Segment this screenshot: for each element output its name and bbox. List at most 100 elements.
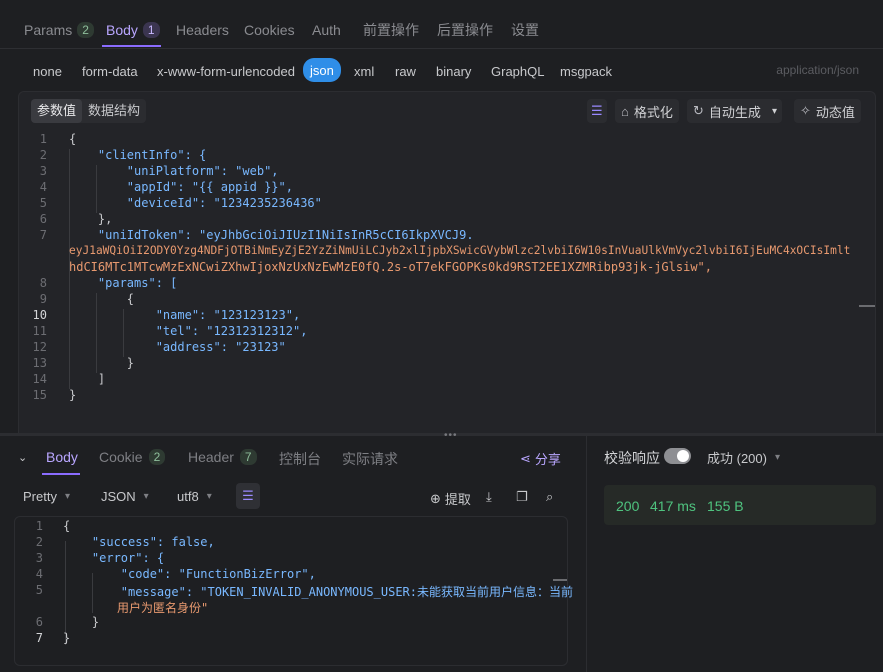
magic-wand-icon: ✧ [800, 103, 811, 118]
response-status-value: 成功 (200) [707, 451, 767, 466]
code-line[interactable]: "name": "123123123", [69, 308, 301, 322]
line-number: 7 [39, 228, 47, 242]
collapse-response-icon[interactable]: ⌄ [18, 451, 27, 464]
tab-body-label: Body [106, 22, 138, 38]
code-line[interactable]: "appId": "{{ appid }}", [69, 180, 293, 194]
tab-auth[interactable]: Auth [312, 19, 341, 41]
active-tab-indicator [102, 45, 161, 47]
dynamic-value-button[interactable]: ✧ 动态值 [794, 99, 861, 123]
chevron-down-icon: ▾ [772, 105, 778, 117]
extract-label: 提取 [444, 492, 471, 507]
body-type-raw[interactable]: raw [395, 61, 416, 81]
share-icon: ⋖ [520, 450, 531, 466]
tab-post-operations[interactable]: 后置操作 [437, 19, 493, 41]
body-type-xml[interactable]: xml [354, 61, 374, 81]
editor-scrollbar[interactable] [859, 305, 875, 307]
response-scrollbar[interactable] [553, 579, 567, 581]
body-type-form-data[interactable]: form-data [82, 61, 138, 81]
resp-tab-cookie[interactable]: Cookie 2 [99, 449, 166, 465]
tab-headers[interactable]: Headers [176, 19, 229, 41]
resp-tab-body[interactable]: Body [46, 449, 78, 465]
view-mode-select[interactable]: Pretty ▾ [23, 489, 70, 504]
body-type-none[interactable]: none [33, 61, 62, 81]
code-line[interactable]: } [63, 615, 99, 629]
validate-response-toggle[interactable] [664, 448, 691, 464]
tab-body-count: 1 [142, 22, 160, 38]
response-status-select[interactable]: 成功 (200) ▾ [707, 448, 780, 467]
copy-icon: ❐ [516, 489, 528, 504]
code-line[interactable]: "error": { [63, 551, 164, 565]
resp-tab-console-label: 控制台 [279, 451, 321, 467]
wrap-lines-icon: ☰ [242, 488, 254, 503]
code-line[interactable]: "deviceId": "1234235236436" [69, 196, 322, 210]
code-line[interactable]: "address": "23123" [69, 340, 286, 354]
code-line[interactable]: }, [69, 212, 112, 226]
line-number: 5 [35, 583, 43, 597]
tab-params-label: Params [24, 22, 73, 38]
line-number: 2 [35, 535, 43, 549]
search-button[interactable]: ⌕ [546, 489, 553, 505]
download-button[interactable]: ⤓ [486, 489, 492, 505]
body-type-graphql[interactable]: GraphQL [491, 61, 544, 81]
active-response-tab-indicator [42, 473, 80, 475]
extract-button[interactable]: ⊕ 提取 [430, 489, 471, 508]
code-line[interactable]: "message": "TOKEN_INVALID_ANONYMOUS_USER… [63, 583, 573, 600]
chevron-down-icon: ▾ [64, 491, 70, 502]
encoding-select[interactable]: utf8 ▾ [177, 489, 212, 504]
format-icon: ⌂ [621, 103, 629, 119]
tab-settings[interactable]: 设置 [511, 19, 539, 41]
line-number: 5 [39, 196, 47, 210]
tab-params[interactable]: Params 2 [24, 19, 94, 41]
format-label: 格式化 [633, 104, 673, 120]
wrap-lines-button[interactable]: ☰ [587, 99, 607, 123]
code-line[interactable]: "uniIdToken": "eyJhbGciOiJIUzI1NiIsInR5c… [69, 228, 474, 242]
code-line-wrapped[interactable]: eyJ1aWQiOiI2ODY0Yzg4NDFjOTBiNmEyZjE2YzZi… [69, 244, 850, 257]
wrap-lines-toggle[interactable]: ☰ [236, 483, 260, 509]
code-line[interactable]: ] [69, 372, 105, 386]
tab-pre-operations[interactable]: 前置操作 [363, 19, 419, 41]
body-type-json[interactable]: json [303, 58, 341, 82]
line-number: 2 [39, 148, 47, 162]
code-line-wrapped[interactable]: hdCI6MTc1MTcwMzExNCwiZXhwIjoxNzUxNzEwMzE… [69, 260, 712, 274]
code-line[interactable]: } [69, 388, 76, 402]
code-line[interactable]: "code": "FunctionBizError", [63, 567, 316, 581]
code-line[interactable]: { [69, 292, 134, 306]
code-line[interactable]: "params": [ [69, 276, 177, 290]
tab-body[interactable]: Body 1 [106, 19, 160, 41]
wrap-lines-icon: ☰ [591, 103, 603, 118]
auto-generate-button[interactable]: ↻ 自动生成 [687, 99, 767, 123]
code-line[interactable]: } [69, 356, 134, 370]
code-line[interactable]: "uniPlatform": "web", [69, 164, 279, 178]
resp-tab-body-label: Body [46, 449, 78, 465]
body-type-msgpack[interactable]: msgpack [560, 61, 612, 81]
resp-tab-console[interactable]: 控制台 [279, 449, 321, 469]
format-button[interactable]: ⌂ 格式化 [615, 99, 679, 123]
tab-params-count: 2 [77, 22, 94, 38]
line-number: 1 [35, 519, 43, 533]
tab-cookies[interactable]: Cookies [244, 19, 295, 41]
seg-data-schema[interactable]: 数据结构 [82, 99, 146, 123]
line-number: 14 [32, 372, 47, 386]
code-line[interactable]: "success": false, [63, 535, 215, 549]
body-type-binary[interactable]: binary [436, 61, 471, 81]
code-line[interactable]: "clientInfo": { [69, 148, 206, 162]
line-number: 4 [35, 567, 43, 581]
code-line[interactable]: "tel": "12312312312", [69, 324, 308, 338]
auto-generate-dropdown[interactable]: ▾ [767, 99, 783, 123]
body-type-urlencoded[interactable]: x-www-form-urlencoded [157, 61, 295, 81]
code-line[interactable]: { [63, 519, 70, 533]
code-line-wrapped[interactable]: 用户为匿名身份" [117, 599, 208, 616]
share-label: 分享 [534, 452, 561, 467]
language-select[interactable]: JSON ▾ [101, 489, 149, 504]
resp-tab-header[interactable]: Header 7 [188, 449, 257, 465]
share-button[interactable]: ⋖ 分享 [520, 449, 561, 468]
code-line[interactable]: } [63, 631, 70, 645]
content-type-label: application/json [776, 63, 859, 77]
seg-param-values[interactable]: 参数值 [31, 99, 83, 123]
validate-response-label: 校验响应 [604, 450, 660, 466]
copy-button[interactable]: ❐ [516, 489, 528, 505]
resp-tab-actual-request[interactable]: 实际请求 [342, 449, 398, 469]
line-number: 11 [32, 324, 47, 338]
line-number: 9 [39, 292, 47, 306]
code-line[interactable]: { [69, 132, 76, 146]
